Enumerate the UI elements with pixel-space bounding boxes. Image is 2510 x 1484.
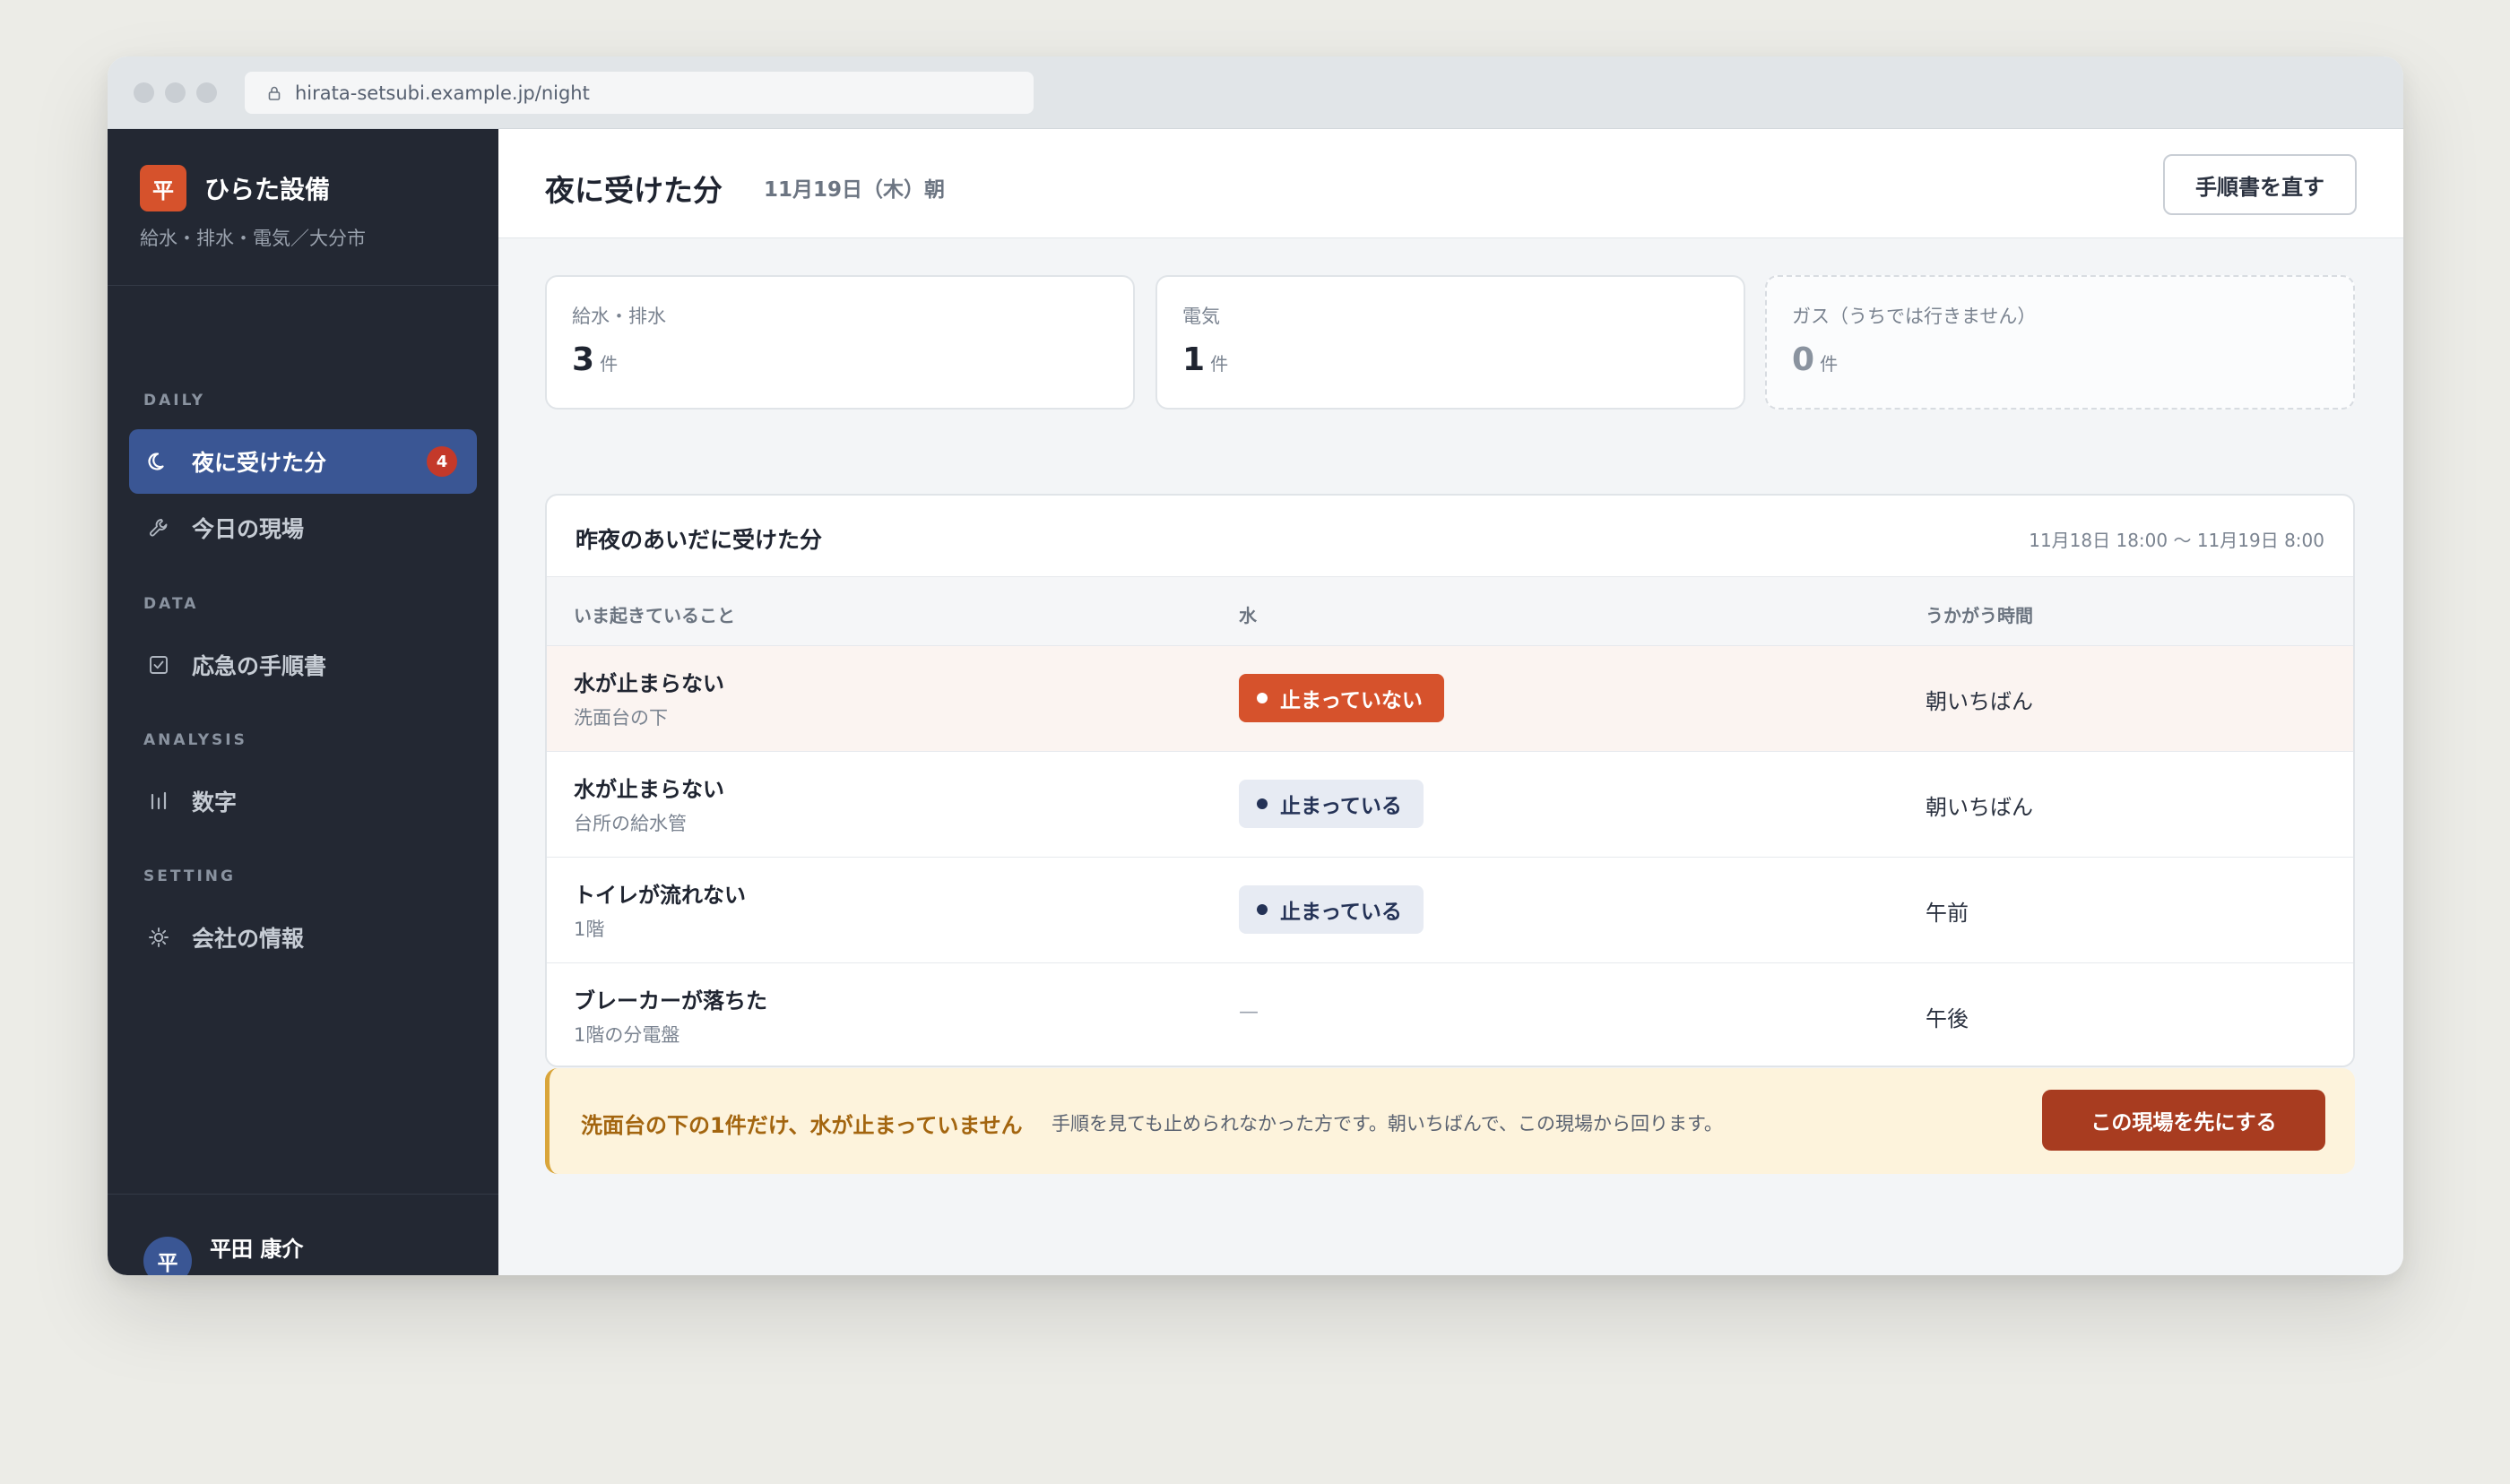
wrench-icon <box>147 516 170 539</box>
card-title: 昨夜のあいだに受けた分 <box>576 527 823 553</box>
edit-manual-button[interactable]: 手順書を直す <box>2163 154 2357 215</box>
status-label: 止まっている <box>1280 795 1402 818</box>
table-row[interactable]: トイレが流れない 1階 止まっている 午前 <box>547 858 2353 963</box>
priority-alert: 洗面台の下の1件だけ、水が止まっていません 手順を見ても止められなかった方です。… <box>545 1068 2355 1174</box>
stat-unit: 件 <box>1210 353 1229 375</box>
visit-time: 午後 <box>1926 1006 1969 1031</box>
table-header: いま起きていること 水 うかがう時間 <box>547 576 2353 646</box>
window-maximize-dot[interactable] <box>196 82 217 103</box>
stat-label: 電気 <box>1182 306 1220 327</box>
visit-time: 午前 <box>1926 901 1969 926</box>
table-row[interactable]: 水が止まらない 台所の給水管 止まっている 朝いちばん <box>547 752 2353 858</box>
checkbox-icon <box>147 653 170 677</box>
column-header: 水 <box>1239 605 1257 626</box>
stat-unit: 件 <box>600 353 619 375</box>
count-badge: 4 <box>427 446 457 477</box>
issue-location: 1階の分電盤 <box>574 1024 680 1046</box>
column-header: うかがう時間 <box>1926 605 2033 626</box>
water-status-empty: — <box>1239 1001 1259 1023</box>
section-label-daily: DAILY <box>143 392 206 410</box>
water-status-badge: 止まっていない <box>1239 674 1444 722</box>
url-text: hirata-setsubi.example.jp/night <box>295 82 590 104</box>
status-dot <box>1257 904 1268 915</box>
prioritize-site-button[interactable]: この現場を先にする <box>2042 1090 2325 1151</box>
water-status-badge: 止まっている <box>1239 780 1424 828</box>
user-profile[interactable]: 平 平田 康介 代表 <box>143 1231 303 1275</box>
visit-time: 朝いちばん <box>1926 689 2033 714</box>
stat-value: 1 <box>1182 341 1206 378</box>
stat-card-water: 給水・排水 3 件 <box>545 275 1135 410</box>
sun-gear-icon <box>147 926 170 949</box>
stat-card-electric: 電気 1 件 <box>1155 275 1745 410</box>
section-label-analysis: ANALYSIS <box>143 731 247 749</box>
status-dot <box>1257 693 1268 703</box>
issue-location: 台所の給水管 <box>574 813 687 834</box>
sidebar-item-company-info[interactable]: 会社の情報 <box>129 905 477 970</box>
sidebar-item-label: 今日の現場 <box>192 516 305 542</box>
address-bar[interactable]: hirata-setsubi.example.jp/night <box>245 72 1034 114</box>
stat-value: 0 <box>1792 341 1815 378</box>
stat-label: 給水・排水 <box>572 306 666 327</box>
section-label-setting: SETTING <box>143 867 236 885</box>
visit-time: 朝いちばん <box>1926 795 2033 820</box>
page-date: 11月19日（木）朝 <box>764 178 946 202</box>
night-calls-table-card: 昨夜のあいだに受けた分 11月18日 18:00 〜 11月19日 8:00 い… <box>545 494 2355 1067</box>
page-title: 夜に受けた分 <box>545 173 723 208</box>
avatar: 平 <box>143 1237 192 1275</box>
status-dot <box>1257 798 1268 809</box>
issue-text: 水が止まらない <box>574 777 724 802</box>
window-minimize-dot[interactable] <box>165 82 186 103</box>
issue-text: 水が止まらない <box>574 671 724 696</box>
table-row[interactable]: ブレーカーが落ちた 1階の分電盤 — 午後 <box>547 963 2353 1066</box>
issue-location: 洗面台の下 <box>574 707 668 729</box>
sidebar-item-numbers[interactable]: 数字 <box>129 769 477 833</box>
brand-name: ひらた設備 <box>204 175 331 204</box>
moon-icon <box>147 450 170 473</box>
sidebar-item-emergency-manual[interactable]: 応急の手順書 <box>129 633 477 697</box>
time-range: 11月18日 18:00 〜 11月19日 8:00 <box>2029 530 2324 551</box>
sidebar-item-night-calls[interactable]: 夜に受けた分 4 <box>129 429 477 494</box>
brand-logo: 平 <box>140 165 186 211</box>
main-content: 夜に受けた分 11月19日（木）朝 手順書を直す 給水・排水 3 件 電気 1 … <box>498 129 2403 1275</box>
sidebar-footer-divider <box>108 1194 498 1195</box>
water-status-badge: 止まっている <box>1239 885 1424 934</box>
alert-text: 手順を見ても止められなかった方です。朝いちばんで、この現場から回ります。 <box>1052 1113 1723 1135</box>
alert-headline: 洗面台の下の1件だけ、水が止まっていません <box>581 1113 1023 1138</box>
issue-text: トイレが流れない <box>574 883 746 908</box>
user-name: 平田 康介 <box>210 1237 304 1262</box>
sidebar-divider <box>108 285 498 286</box>
status-label: 止まっている <box>1280 901 1402 924</box>
top-bar: 夜に受けた分 11月19日（木）朝 手順書を直す <box>498 129 2403 238</box>
sidebar-item-label: 会社の情報 <box>192 926 305 952</box>
column-header: いま起きていること <box>574 605 735 626</box>
browser-chrome: hirata-setsubi.example.jp/night <box>108 56 2403 129</box>
stat-label: ガス（うちでは行きません） <box>1792 306 2037 327</box>
browser-window: hirata-setsubi.example.jp/night 平 ひらた設備 … <box>108 56 2403 1275</box>
sidebar-item-label: 夜に受けた分 <box>192 450 327 476</box>
section-label-data: DATA <box>143 595 199 613</box>
brand-subtitle: 給水・排水・電気／大分市 <box>140 228 366 249</box>
stat-card-gas: ガス（うちでは行きません） 0 件 <box>1765 275 2355 410</box>
brand: 平 ひらた設備 <box>140 165 330 211</box>
window-close-dot[interactable] <box>134 82 154 103</box>
stat-value: 3 <box>572 341 595 378</box>
stat-unit: 件 <box>1820 353 1839 375</box>
issue-location: 1階 <box>574 919 605 940</box>
table-row[interactable]: 水が止まらない 洗面台の下 止まっていない 朝いちばん <box>547 646 2353 752</box>
sidebar-item-today-sites[interactable]: 今日の現場 <box>129 496 477 560</box>
sidebar: 平 ひらた設備 給水・排水・電気／大分市 DAILY 夜に受けた分 4 今日の現… <box>108 129 498 1275</box>
lock-icon <box>268 86 281 100</box>
sidebar-item-label: 数字 <box>192 789 238 815</box>
status-label: 止まっていない <box>1280 689 1423 712</box>
issue-text: ブレーカーが落ちた <box>574 988 767 1014</box>
sidebar-item-label: 応急の手順書 <box>192 653 327 679</box>
bar-chart-icon <box>147 789 170 813</box>
